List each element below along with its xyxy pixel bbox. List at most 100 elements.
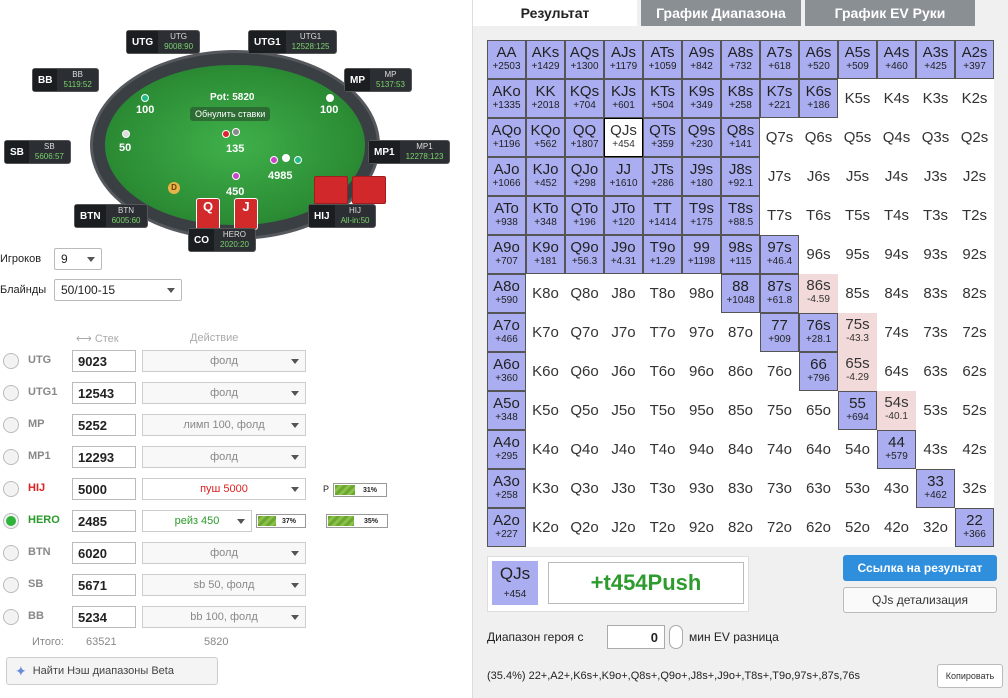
hand-cell[interactable]: Q9o +56.3 — [565, 235, 604, 274]
hand-cell[interactable]: K2s — [955, 79, 994, 118]
hand-cell[interactable]: 53o — [838, 469, 877, 508]
seat-hij[interactable]: HIJ HIJ All-in:50 — [308, 204, 377, 228]
hand-cell[interactable]: QQ +1807 — [565, 118, 604, 157]
seat-hero[interactable]: CO HERO 2020:20 — [188, 228, 256, 252]
blinds-select[interactable]: 50/100-15 — [54, 279, 182, 301]
hand-cell[interactable]: QTo +196 — [565, 196, 604, 235]
hand-cell[interactable]: J7o — [604, 313, 643, 352]
hand-cell[interactable]: 74s — [877, 313, 916, 352]
hand-cell[interactable]: KQo +562 — [526, 118, 565, 157]
hand-cell[interactable]: T5s — [838, 196, 877, 235]
hand-cell[interactable]: Q3o — [565, 469, 604, 508]
hand-cell[interactable]: AQs +1300 — [565, 40, 604, 79]
player-action-select[interactable]: рейз 450 — [142, 510, 252, 532]
hand-cell[interactable]: J3s — [916, 157, 955, 196]
hand-cell[interactable]: J2s — [955, 157, 994, 196]
hand-cell[interactable]: J7s — [760, 157, 799, 196]
hand-cell[interactable]: J4o — [604, 430, 643, 469]
hand-cell[interactable]: KJo +452 — [526, 157, 565, 196]
hand-cell[interactable]: 66 +796 — [799, 352, 838, 391]
seat-utg[interactable]: UTG UTG 9008:90 — [126, 30, 201, 54]
min-ev-spinner[interactable] — [669, 625, 683, 649]
find-nash-button[interactable]: ✦ Найти Нэш диапазоны Beta — [6, 657, 218, 685]
hand-cell[interactable]: 97o — [682, 313, 721, 352]
hand-cell[interactable]: K9s +349 — [682, 79, 721, 118]
hand-cell[interactable]: 92o — [682, 508, 721, 547]
hand-cell[interactable]: 75o — [760, 391, 799, 430]
hand-cell[interactable]: J6o — [604, 352, 643, 391]
hand-cell[interactable]: Q8s +141 — [721, 118, 760, 157]
player-radio[interactable] — [3, 609, 19, 625]
hand-cell[interactable]: 94s — [877, 235, 916, 274]
hand-cell[interactable]: 44 +579 — [877, 430, 916, 469]
hand-cell[interactable]: T7s — [760, 196, 799, 235]
hand-cell[interactable]: 77 +909 — [760, 313, 799, 352]
hand-cell[interactable]: Q6o — [565, 352, 604, 391]
hand-cell[interactable]: AA +2503 — [487, 40, 526, 79]
seat-btn[interactable]: BTN BTN 6005:60 — [74, 204, 148, 228]
hand-cell[interactable]: 55 +694 — [838, 391, 877, 430]
player-action-select[interactable]: лимп 100, фолд — [142, 414, 306, 436]
hand-cell[interactable]: 92s — [955, 235, 994, 274]
hand-cell[interactable]: T6o — [643, 352, 682, 391]
hand-cell[interactable]: 87s +61.8 — [760, 274, 799, 313]
hand-cell[interactable]: Q5s — [838, 118, 877, 157]
hand-cell[interactable]: KK +2018 — [526, 79, 565, 118]
hand-cell[interactable]: A4o +295 — [487, 430, 526, 469]
hand-cell[interactable]: J8s +92.1 — [721, 157, 760, 196]
player-stack-input[interactable]: 12293 — [72, 446, 136, 468]
hand-cell[interactable]: KTs +504 — [643, 79, 682, 118]
hand-cell[interactable]: KTo +348 — [526, 196, 565, 235]
player-action-select[interactable]: фолд — [142, 542, 306, 564]
player-radio[interactable] — [3, 481, 19, 497]
hand-cell[interactable]: 93s — [916, 235, 955, 274]
hand-cell[interactable]: 85s — [838, 274, 877, 313]
hand-cell[interactable]: 43s — [916, 430, 955, 469]
hand-cell[interactable]: AJo +1066 — [487, 157, 526, 196]
hand-cell[interactable]: J9s +180 — [682, 157, 721, 196]
player-stack-input[interactable]: 5234 — [72, 606, 136, 628]
hand-cell[interactable]: 95o — [682, 391, 721, 430]
hand-cell[interactable]: Q7o — [565, 313, 604, 352]
player-radio[interactable] — [3, 513, 19, 529]
player-action-select[interactable]: фолд — [142, 350, 306, 372]
hand-cell[interactable]: 52o — [838, 508, 877, 547]
hand-cell[interactable]: T3s — [916, 196, 955, 235]
hand-cell[interactable]: 43o — [877, 469, 916, 508]
hand-cell[interactable]: T6s — [799, 196, 838, 235]
hand-cell[interactable]: 64s — [877, 352, 916, 391]
hand-cell[interactable]: 74o — [760, 430, 799, 469]
hand-cell[interactable]: JJ +1610 — [604, 157, 643, 196]
player-action-select[interactable]: пуш 5000 — [142, 478, 306, 500]
hand-cell[interactable]: 76s +28.1 — [799, 313, 838, 352]
hand-cell[interactable]: 65s -4.29 — [838, 352, 877, 391]
hand-cell[interactable]: Q4o — [565, 430, 604, 469]
hand-cell[interactable]: 93o — [682, 469, 721, 508]
hand-cell[interactable]: 42s — [955, 430, 994, 469]
hand-cell[interactable]: A4s +460 — [877, 40, 916, 79]
hand-cell[interactable]: 82s — [955, 274, 994, 313]
hand-cell[interactable]: 54s -40.1 — [877, 391, 916, 430]
hand-cell[interactable]: K7o — [526, 313, 565, 352]
hand-cell[interactable]: A8o +590 — [487, 274, 526, 313]
player-radio[interactable] — [3, 353, 19, 369]
hand-cell[interactable]: K8o — [526, 274, 565, 313]
hand-cell[interactable]: AKs +1429 — [526, 40, 565, 79]
hand-cell[interactable]: 98o — [682, 274, 721, 313]
hand-cell[interactable]: 94o — [682, 430, 721, 469]
hand-cell[interactable]: 85o — [721, 391, 760, 430]
hand-cell[interactable]: 63s — [916, 352, 955, 391]
hand-cell[interactable]: 53s — [916, 391, 955, 430]
player-stack-input[interactable]: 5000 — [72, 478, 136, 500]
hand-cell[interactable]: A6s +520 — [799, 40, 838, 79]
hand-cell[interactable]: JTs +286 — [643, 157, 682, 196]
seat-sb[interactable]: SB SB 5606:57 — [4, 140, 71, 164]
hand-cell[interactable]: 54o — [838, 430, 877, 469]
hand-cell[interactable]: 88 +1048 — [721, 274, 760, 313]
hand-cell[interactable]: 83s — [916, 274, 955, 313]
hand-detail-button[interactable]: QJs детализация — [843, 587, 997, 613]
hand-cell[interactable]: A8s +732 — [721, 40, 760, 79]
hand-cell[interactable]: A2o +227 — [487, 508, 526, 547]
result-link-button[interactable]: Ссылка на результат — [843, 555, 997, 581]
hand-cell[interactable]: 73o — [760, 469, 799, 508]
